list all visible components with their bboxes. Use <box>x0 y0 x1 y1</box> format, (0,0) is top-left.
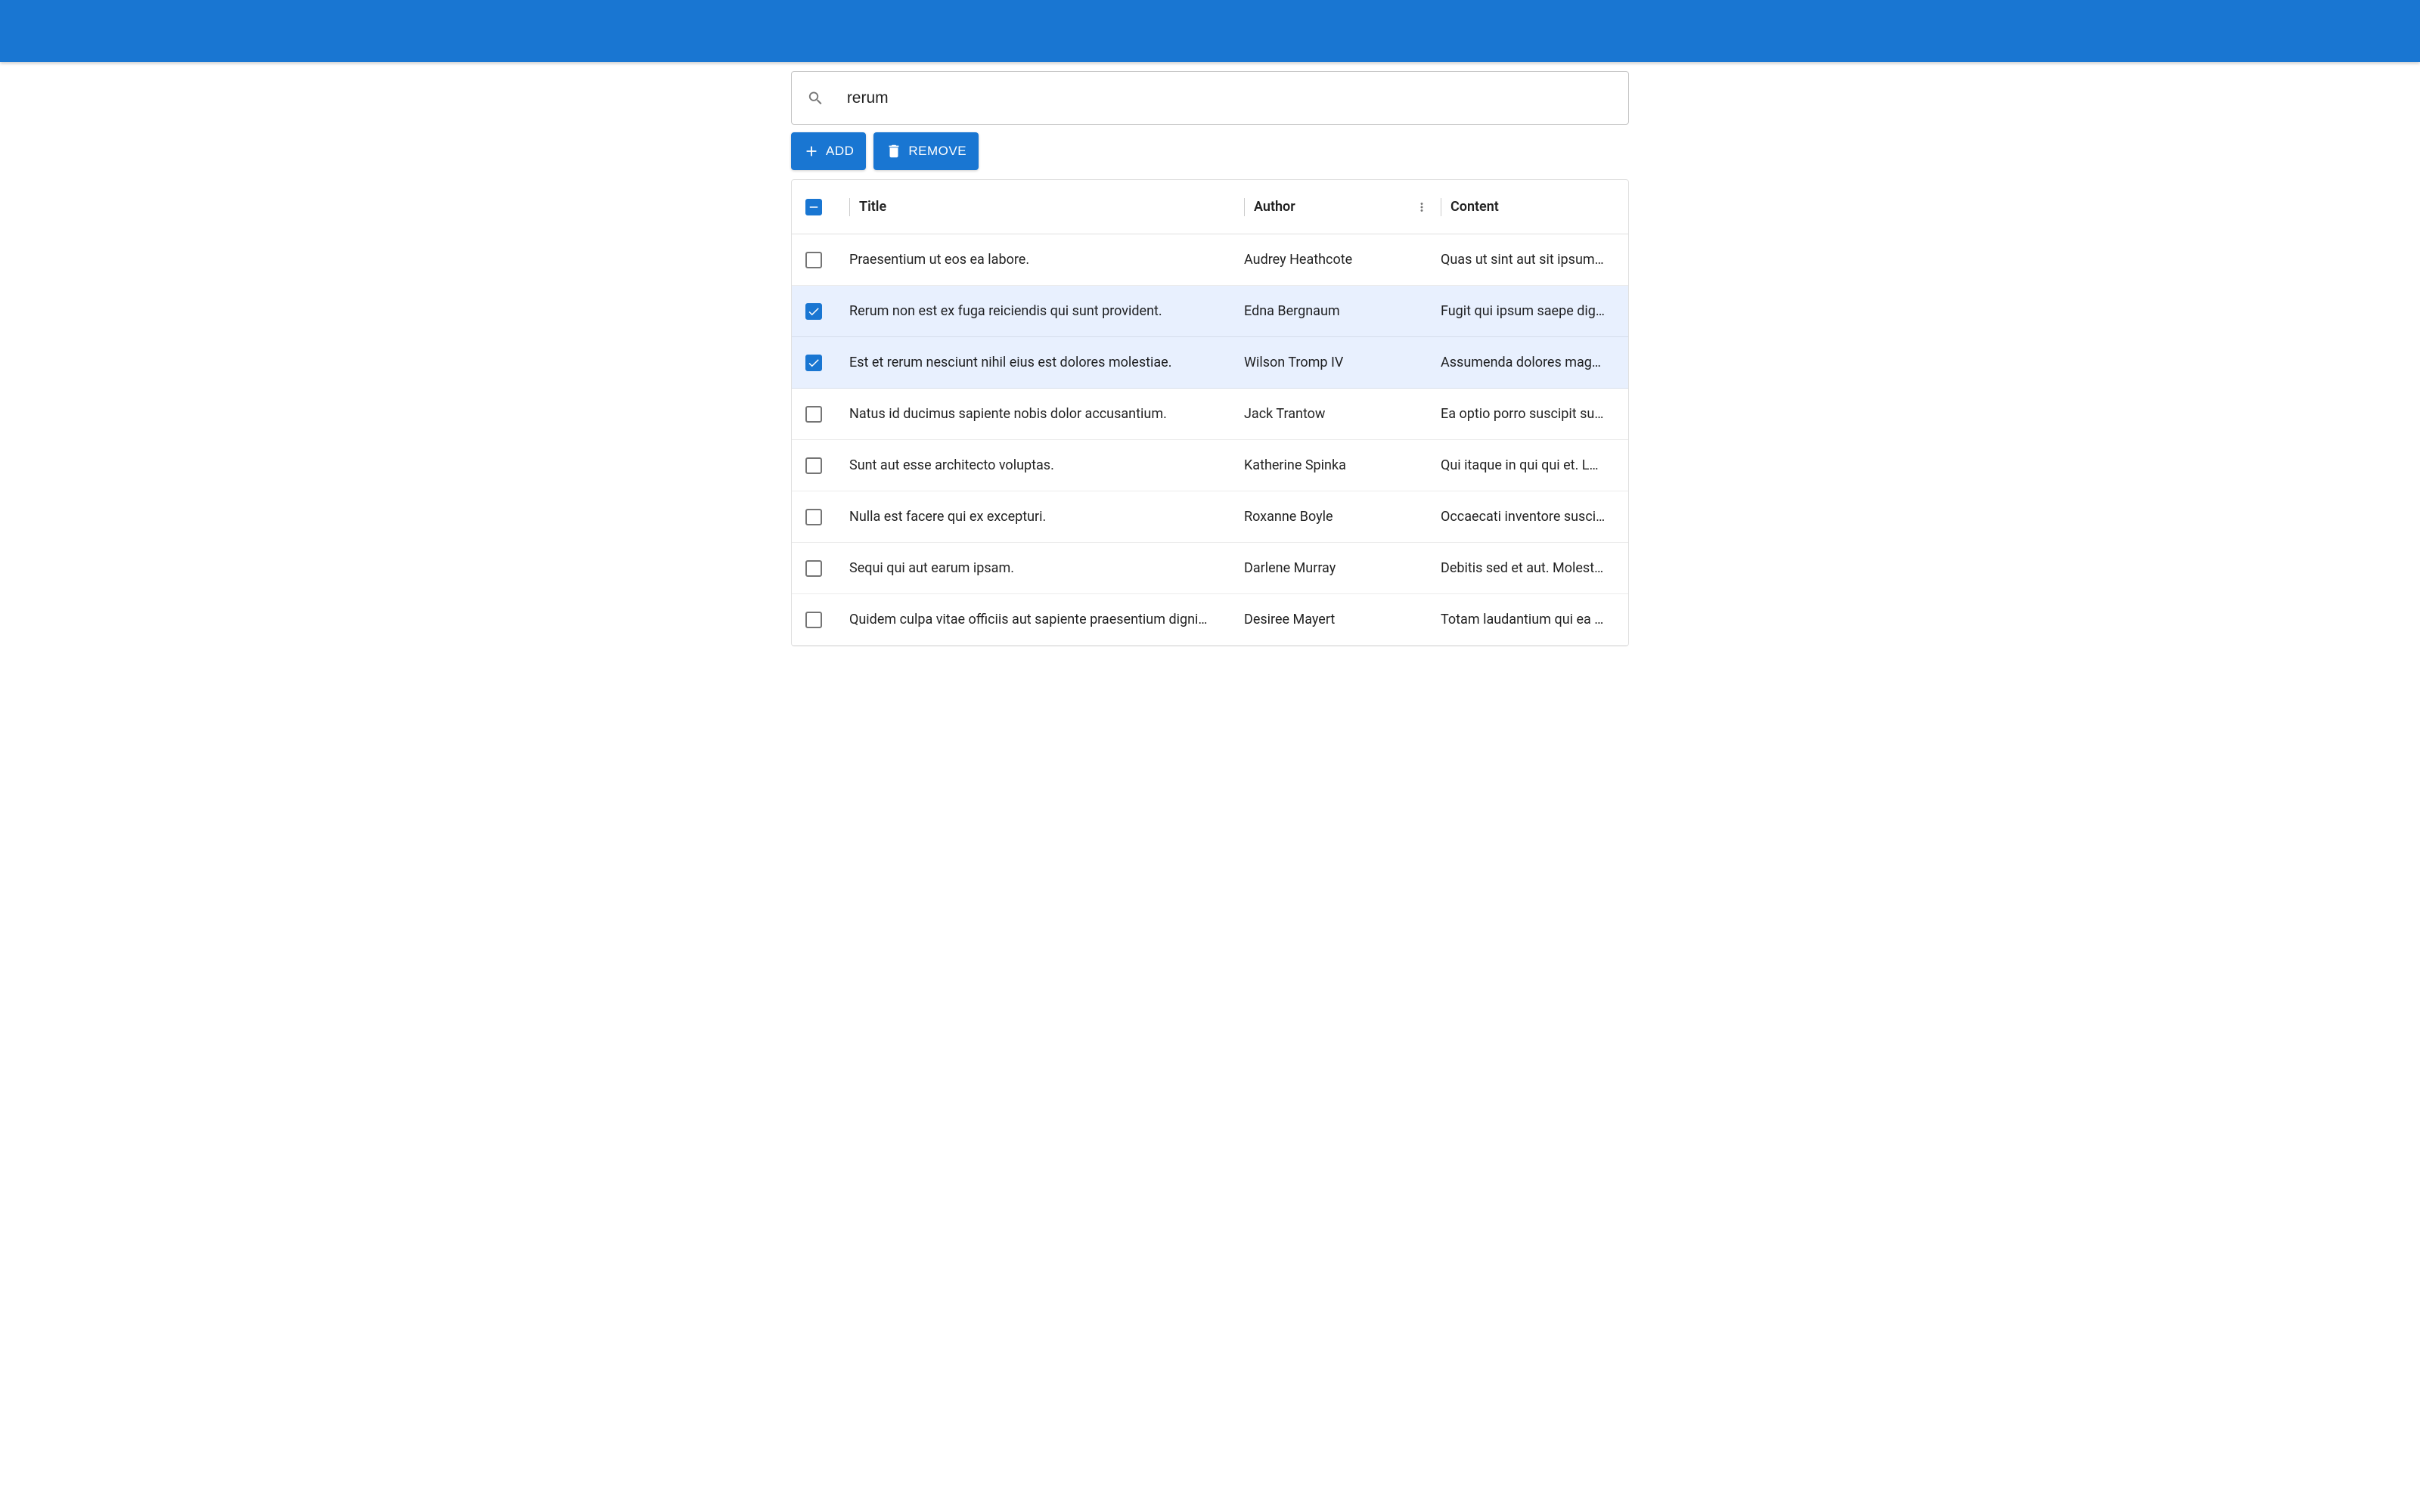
remove-button-label: REMOVE <box>908 144 966 159</box>
app-topbar <box>0 0 2420 62</box>
table-row[interactable]: Sunt aut esse architecto voluptas.Kather… <box>792 440 1628 491</box>
grid-body: Praesentium ut eos ea labore.Audrey Heat… <box>792 234 1628 646</box>
cell-author: Darlene Murray <box>1244 560 1441 576</box>
row-checkbox[interactable] <box>805 612 822 628</box>
add-button-label: ADD <box>826 144 854 159</box>
cell-title: Sunt aut esse architecto voluptas. <box>849 457 1244 473</box>
check-icon <box>807 356 821 370</box>
cell-content: Debitis sed et aut. Molesti… <box>1441 560 1615 576</box>
column-menu-icon[interactable] <box>1415 200 1429 214</box>
cell-content: Quas ut sint aut sit ipsum … <box>1441 252 1615 268</box>
search-icon <box>807 89 824 107</box>
cell-content: Fugit qui ipsum saepe dig… <box>1441 303 1615 319</box>
select-all-checkbox[interactable] <box>805 199 822 215</box>
cell-content: Qui itaque in qui qui et. La… <box>1441 457 1615 473</box>
cell-title: Sequi qui aut earum ipsam. <box>849 560 1244 576</box>
row-checkbox[interactable] <box>805 303 822 320</box>
cell-author: Roxanne Boyle <box>1244 509 1441 525</box>
column-divider <box>1244 198 1245 216</box>
search-input[interactable] <box>847 89 1613 107</box>
plus-icon <box>803 143 820 160</box>
cell-title: Est et rerum nesciunt nihil eius est dol… <box>849 355 1244 370</box>
cell-author: Katherine Spinka <box>1244 457 1441 473</box>
cell-title: Nulla est facere qui ex excepturi. <box>849 509 1244 525</box>
cell-title: Quidem culpa vitae officiis aut sapiente… <box>849 612 1244 627</box>
column-header-content[interactable]: Content <box>1441 198 1615 216</box>
cell-author: Jack Trantow <box>1244 406 1441 422</box>
cell-author: Desiree Mayert <box>1244 612 1441 627</box>
table-row[interactable]: Nulla est facere qui ex excepturi.Roxann… <box>792 491 1628 543</box>
column-header-label: Content <box>1450 199 1499 215</box>
data-grid: Title Author Content Praesentium ut eos … <box>791 179 1629 646</box>
cell-content: Occaecati inventore susci… <box>1441 509 1615 525</box>
row-checkbox[interactable] <box>805 457 822 474</box>
cell-title: Rerum non est ex fuga reiciendis qui sun… <box>849 303 1244 319</box>
cell-content: Assumenda dolores magn… <box>1441 355 1615 370</box>
table-row[interactable]: Sequi qui aut earum ipsam.Darlene Murray… <box>792 543 1628 594</box>
table-row[interactable]: Natus id ducimus sapiente nobis dolor ac… <box>792 389 1628 440</box>
row-checkbox[interactable] <box>805 355 822 371</box>
search-box[interactable] <box>791 71 1629 125</box>
cell-title: Natus id ducimus sapiente nobis dolor ac… <box>849 406 1244 422</box>
remove-button[interactable]: REMOVE <box>873 132 979 170</box>
table-row[interactable]: Praesentium ut eos ea labore.Audrey Heat… <box>792 234 1628 286</box>
table-row[interactable]: Rerum non est ex fuga reiciendis qui sun… <box>792 286 1628 337</box>
cell-author: Audrey Heathcote <box>1244 252 1441 268</box>
column-header-author[interactable]: Author <box>1244 198 1441 216</box>
column-header-label: Author <box>1254 199 1295 215</box>
column-divider <box>849 198 850 216</box>
cell-content: Totam laudantium qui ea u… <box>1441 612 1615 627</box>
column-header-label: Title <box>859 199 886 215</box>
column-header-title[interactable]: Title <box>849 198 1244 216</box>
row-checkbox[interactable] <box>805 406 822 423</box>
cell-content: Ea optio porro suscipit sun… <box>1441 406 1615 422</box>
row-checkbox[interactable] <box>805 509 822 525</box>
row-checkbox[interactable] <box>805 252 822 268</box>
cell-author: Edna Bergnaum <box>1244 303 1441 319</box>
row-checkbox[interactable] <box>805 560 822 577</box>
grid-header-row: Title Author Content <box>792 180 1628 234</box>
cell-title: Praesentium ut eos ea labore. <box>849 252 1244 268</box>
table-row[interactable]: Quidem culpa vitae officiis aut sapiente… <box>792 594 1628 646</box>
table-row[interactable]: Est et rerum nesciunt nihil eius est dol… <box>792 337 1628 389</box>
indeterminate-icon <box>807 200 821 214</box>
add-button[interactable]: ADD <box>791 132 866 170</box>
check-icon <box>807 305 821 318</box>
trash-icon <box>886 143 902 160</box>
cell-author: Wilson Tromp IV <box>1244 355 1441 370</box>
toolbar: ADD REMOVE <box>791 132 1629 170</box>
